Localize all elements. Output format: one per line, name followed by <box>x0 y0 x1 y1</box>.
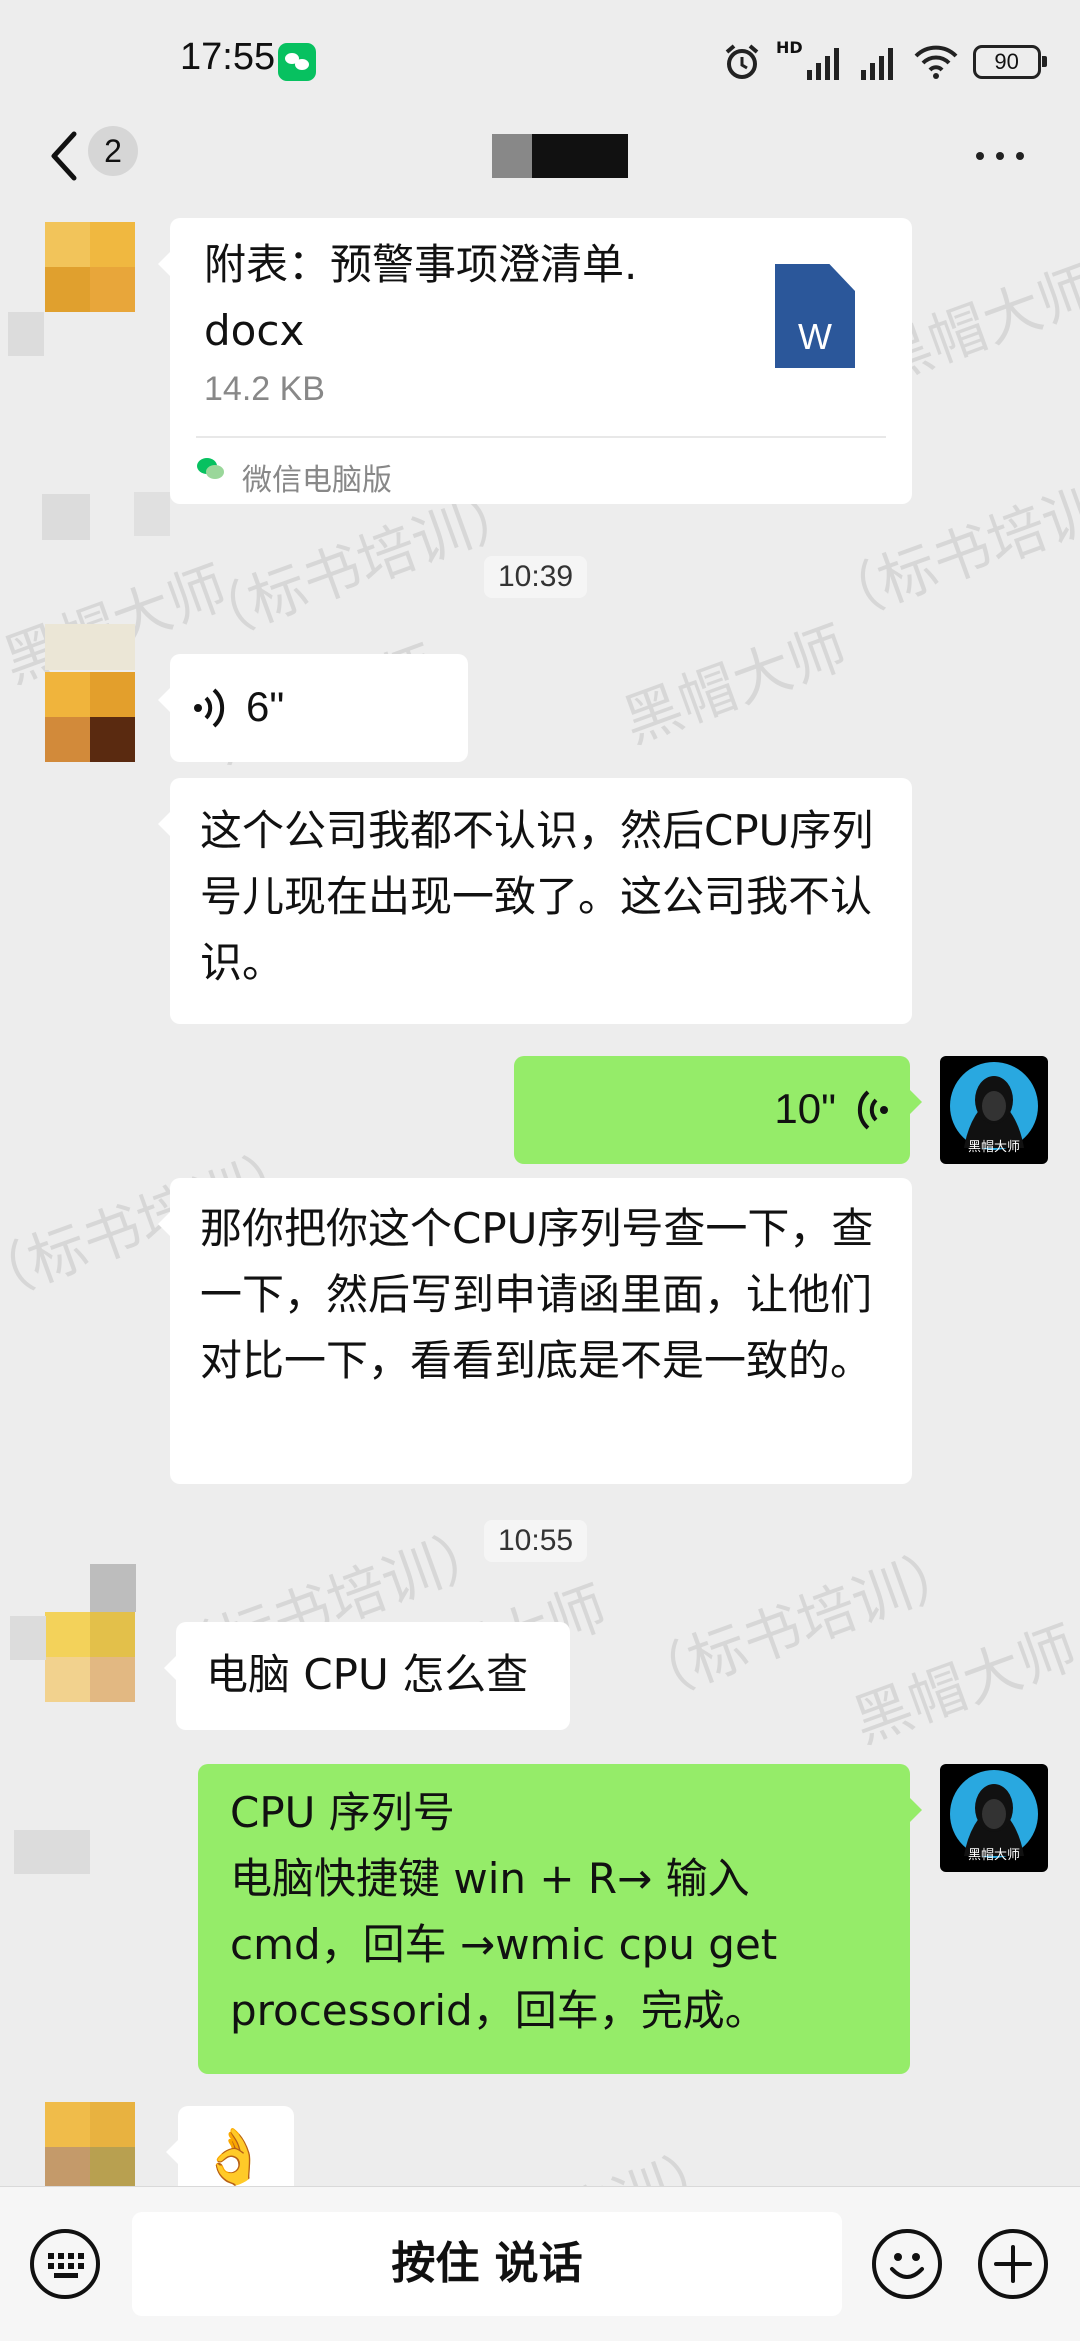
voice-message-bubble-self[interactable]: 10" <box>514 1056 922 1164</box>
file-divider <box>196 436 886 438</box>
redacted-smudge <box>90 1564 136 1612</box>
contact-avatar[interactable] <box>45 672 135 762</box>
text-message-bubble[interactable]: 电脑 CPU 怎么查 <box>164 1622 570 1730</box>
message-text: 那你把你这个CPU序列号查一下，查一下，然后写到申请函里面，让他们对比一下，看看… <box>200 1204 874 1385</box>
back-arrow-icon[interactable] <box>44 126 84 186</box>
chat-title-redacted <box>492 134 628 178</box>
network-hd-label: HD <box>776 38 803 57</box>
unread-count-badge[interactable]: 2 <box>88 126 138 176</box>
file-source-label: 微信电脑版 <box>242 463 392 498</box>
my-avatar[interactable]: 黑帽大师 <box>940 1056 1048 1164</box>
redacted-smudge <box>45 624 135 670</box>
contact-avatar[interactable] <box>45 2102 135 2192</box>
word-document-icon: W <box>775 264 855 368</box>
wechat-pc-icon <box>197 458 224 479</box>
timestamp-label: 10:39 <box>484 556 588 598</box>
message-text-line: CPU 序列号 <box>230 1788 455 1837</box>
avatar-caption: 黑帽大师 <box>967 1140 1020 1155</box>
text-message-bubble[interactable]: 那你把你这个CPU序列号查一下，查一下，然后写到申请函里面，让他们对比一下，看看… <box>158 1178 912 1484</box>
timestamp-label: 10:55 <box>484 1520 588 1562</box>
text-message-bubble-self[interactable]: CPU 序列号 电脑快捷键 win + R→ 输入 cmd，回车 →wmic c… <box>198 1764 922 2074</box>
voice-duration: 10" <box>774 1085 836 1132</box>
file-size: 14.2 KB <box>204 370 325 408</box>
redacted-smudge <box>134 492 170 536</box>
word-icon-letter: W <box>798 316 832 357</box>
smiley-icon <box>890 2253 924 2279</box>
text-message-bubble[interactable]: 这个公司我都不认识，然后CPU序列号儿现在出现一致了。这公司我不认识。 <box>158 778 912 1024</box>
hold-to-talk-button[interactable]: 按住 说话 <box>132 2212 842 2316</box>
voice-wave-icon <box>857 1090 888 1130</box>
alarm-icon <box>725 44 759 79</box>
contact-avatar[interactable] <box>45 1612 135 1702</box>
avatar-caption: 黑帽大师 <box>967 1848 1020 1863</box>
redacted-smudge <box>8 312 44 356</box>
keyboard-icon <box>48 2253 84 2278</box>
keyboard-toggle-button[interactable] <box>30 2229 100 2299</box>
more-functions-button[interactable] <box>978 2229 1048 2299</box>
watermark-text: 黑帽大师 <box>844 1612 1080 1757</box>
redacted-smudge <box>42 494 90 540</box>
redacted-smudge <box>10 1616 46 1660</box>
message-text: 电脑 CPU 怎么查 <box>206 1650 529 1699</box>
status-icons: HD 90 <box>722 38 1047 86</box>
wechat-notification-icon <box>278 43 316 81</box>
message-text-line: 电脑快捷键 win + R→ 输入 cmd，回车 →wmic cpu get p… <box>230 1854 778 2035</box>
file-message-bubble[interactable]: 附表：预警事项澄清单.docx 14.2 KB W 微信电脑版 <box>158 218 912 504</box>
contact-avatar[interactable] <box>45 222 135 312</box>
plus-icon <box>994 2245 1032 2283</box>
status-time: 17:55 <box>180 36 276 78</box>
ok-hand-emoji: 👌 <box>200 2125 268 2188</box>
my-avatar[interactable]: 黑帽大师 <box>940 1764 1048 1872</box>
voice-wave-icon <box>194 688 225 728</box>
signal-icon-2 <box>860 48 893 80</box>
voice-message-bubble[interactable]: 6" <box>158 654 468 762</box>
signal-icon-1 <box>806 48 839 80</box>
redacted-smudge <box>14 1830 90 1874</box>
watermark-text: 黑帽大师 <box>614 612 856 757</box>
emoji-button[interactable] <box>872 2229 942 2299</box>
battery-icon: 90 <box>972 45 1047 79</box>
more-options-icon[interactable] <box>976 152 1028 162</box>
message-text: 这个公司我都不认识，然后CPU序列号儿现在出现一致了。这公司我不认识。 <box>200 806 874 987</box>
file-name: 附表：预警事项澄清单.docx <box>204 240 638 355</box>
wifi-icon <box>914 45 958 79</box>
voice-duration: 6" <box>246 683 285 730</box>
watermark-text: （标书培训） <box>624 1533 975 1717</box>
